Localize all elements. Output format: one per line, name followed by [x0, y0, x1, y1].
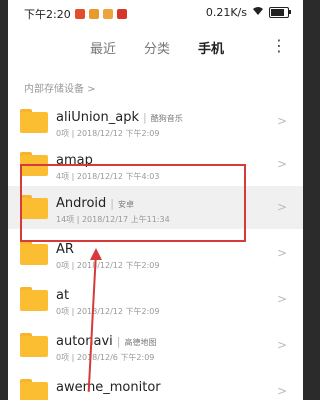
list-item[interactable]: aliUnion_apk | 酷狗音乐 0项 | 2018/12/12 下午2:09…: [8, 100, 303, 143]
folder-alias: 酷狗音乐: [150, 114, 183, 123]
network-speed: 0.21K/s: [205, 6, 247, 19]
folder-meta: 0项 | 2018/12/12 下午2:09: [56, 129, 160, 138]
chevron-right-icon: >: [276, 384, 287, 398]
chevron-right-icon: >: [276, 292, 287, 306]
battery-icon: [269, 7, 291, 18]
folder-name: aliUnion_apk: [56, 110, 139, 125]
folder-name: autonavi: [56, 334, 113, 349]
phone-screen: 下午2:20 0.21K/s 最近 分类 手机 ⋮ 内部存储设备 > aliUn…: [8, 0, 303, 400]
tab-bar: 最近 分类 手机 ⋮: [8, 38, 303, 62]
folder-name: AR: [56, 242, 74, 257]
breadcrumb[interactable]: 内部存储设备 >: [24, 80, 96, 95]
folder-icon: [20, 287, 48, 311]
list-item[interactable]: autonavi | 高德地图 0项 | 2018/12/6 下午2:09 >: [8, 324, 303, 367]
folder-icon: [20, 379, 48, 400]
tab-category[interactable]: 分类: [144, 38, 170, 57]
app-notification-icon: [102, 9, 113, 19]
app-notification-icon: [88, 9, 99, 19]
arrow-head-icon: [90, 248, 102, 260]
folder-meta: 0项 | 2018/12/12 下午2:09: [56, 261, 160, 270]
folder-name: aweme_monitor: [56, 380, 161, 395]
chevron-right-icon: >: [276, 338, 287, 352]
folder-icon: [20, 333, 48, 357]
wifi-icon: [252, 6, 264, 19]
status-time: 下午2:20: [24, 8, 71, 21]
status-bar: 下午2:20 0.21K/s: [8, 0, 303, 24]
chevron-right-icon: >: [276, 200, 287, 214]
more-vertical-icon[interactable]: ⋮: [271, 38, 287, 54]
app-notification-icon: [74, 9, 85, 19]
chevron-right-icon: >: [276, 114, 287, 128]
list-item[interactable]: at 0项 | 2018/12/12 下午2:09 >: [8, 278, 303, 321]
chevron-right-icon: >: [276, 246, 287, 260]
folder-icon: [20, 109, 48, 133]
tab-phone[interactable]: 手机: [198, 38, 224, 57]
folder-name: at: [56, 288, 70, 303]
chevron-right-icon: >: [276, 157, 287, 171]
folder-alias: 高德地图: [124, 338, 157, 347]
highlight-box: [20, 164, 246, 242]
folder-meta: 0项 | 2018/12/6 下午2:09: [56, 353, 155, 362]
tab-recent[interactable]: 最近: [90, 38, 116, 57]
folder-icon: [20, 241, 48, 265]
app-notification-icon: [116, 9, 127, 19]
folder-meta: 0项 | 2018/12/12 下午2:09: [56, 307, 160, 316]
list-item[interactable]: aweme_monitor >: [8, 370, 303, 400]
